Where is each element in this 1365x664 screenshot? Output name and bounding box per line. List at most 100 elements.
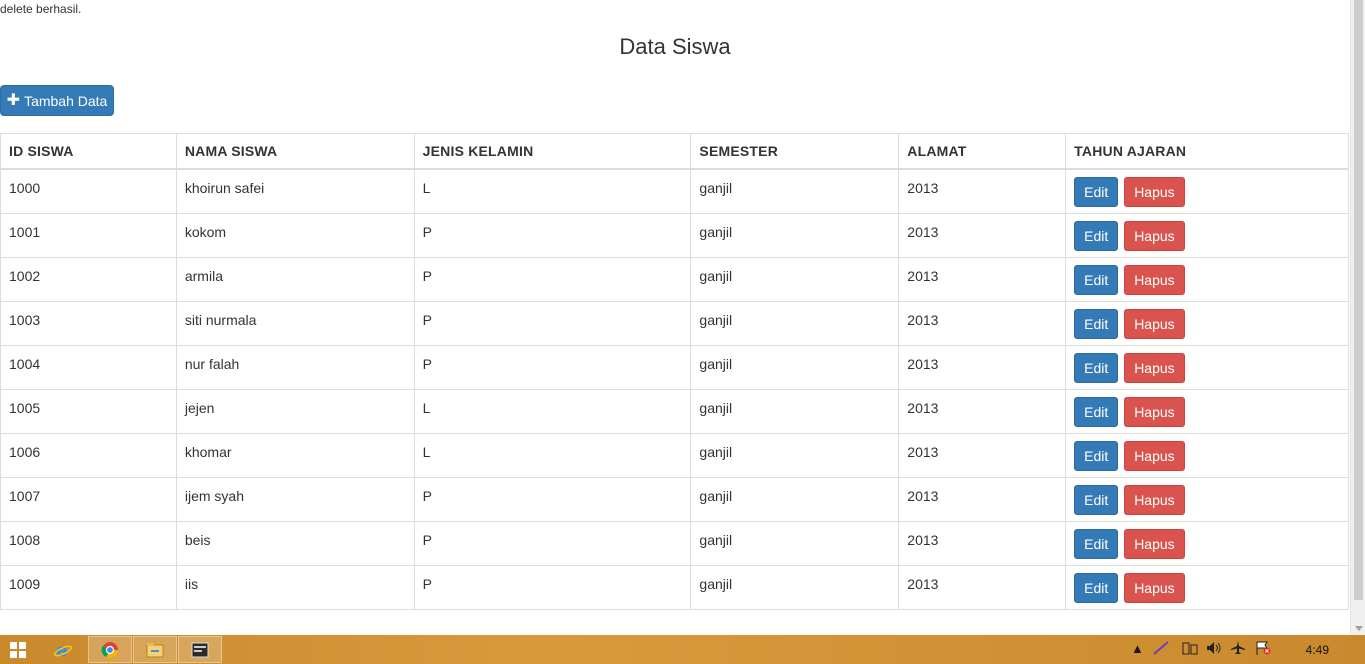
cell-nama: armila	[175, 256, 415, 302]
edit-button[interactable]: Edit	[1074, 484, 1119, 515]
cell-semester: ganjil	[690, 476, 900, 522]
header-tahun-ajaran: TAHUN AJARAN	[1065, 133, 1349, 170]
edit-button[interactable]: Edit	[1074, 308, 1119, 339]
delete-button[interactable]: Hapus	[1124, 308, 1185, 339]
header-semester: SEMESTER	[690, 133, 900, 170]
cell-jenis-kelamin: L	[413, 168, 692, 214]
cell-semester: ganjil	[690, 564, 900, 610]
edit-button[interactable]: Edit	[1074, 572, 1119, 603]
cell-actions: Edit Hapus	[1065, 564, 1349, 610]
action-center-flag-icon[interactable]	[1255, 641, 1271, 658]
volume-icon[interactable]	[1206, 641, 1222, 658]
cell-semester: ganjil	[690, 300, 900, 346]
cell-alamat: 2013	[898, 212, 1067, 258]
cell-id: 1000	[0, 168, 177, 214]
edit-button[interactable]: Edit	[1074, 220, 1119, 251]
table-row: 1005 jejen L ganjil 2013 Edit Hapus	[0, 388, 1349, 434]
windows-taskbar: e ▲ 4:49	[0, 635, 1365, 664]
cell-alamat: 2013	[898, 344, 1067, 390]
vertical-scrollbar[interactable]	[1350, 0, 1365, 635]
table-row: 1008 beis P ganjil 2013 Edit Hapus	[0, 520, 1349, 566]
cell-semester: ganjil	[690, 432, 900, 478]
add-data-button[interactable]: ✚ Tambah Data	[0, 85, 114, 116]
terminal-icon[interactable]	[178, 636, 222, 663]
chrome-icon[interactable]	[88, 636, 132, 663]
cell-alamat: 2013	[898, 520, 1067, 566]
cell-id: 1008	[0, 520, 177, 566]
cell-nama: nur falah	[175, 344, 415, 390]
cell-jenis-kelamin: P	[413, 344, 692, 390]
table-row: 1002 armila P ganjil 2013 Edit Hapus	[0, 256, 1349, 302]
scrollbar-thumb[interactable]	[1354, 0, 1363, 600]
cell-actions: Edit Hapus	[1065, 520, 1349, 566]
cell-id: 1004	[0, 344, 177, 390]
table-row: 1003 siti nurmala P ganjil 2013 Edit Hap…	[0, 300, 1349, 346]
cell-alamat: 2013	[898, 388, 1067, 434]
cell-actions: Edit Hapus	[1065, 300, 1349, 346]
cell-alamat: 2013	[898, 256, 1067, 302]
cell-semester: ganjil	[690, 168, 900, 214]
cell-semester: ganjil	[690, 212, 900, 258]
taskbar-clock[interactable]: 4:49	[1306, 643, 1329, 657]
delete-button[interactable]: Hapus	[1124, 396, 1185, 427]
scroll-down-arrow-icon[interactable]	[1355, 626, 1363, 631]
delete-button[interactable]: Hapus	[1124, 177, 1185, 207]
cell-nama: siti nurmala	[175, 300, 415, 346]
table-row: 1009 iis P ganjil 2013 Edit Hapus	[0, 564, 1349, 610]
edit-button[interactable]: Edit	[1074, 440, 1119, 471]
edit-button[interactable]: Edit	[1074, 264, 1119, 295]
cell-jenis-kelamin: P	[413, 256, 692, 302]
cell-id: 1009	[0, 564, 177, 610]
edit-button[interactable]: Edit	[1074, 352, 1119, 383]
cell-actions: Edit Hapus	[1065, 256, 1349, 302]
show-hidden-icons-icon[interactable]: ▲	[1131, 641, 1144, 656]
cell-id: 1003	[0, 300, 177, 346]
add-data-label: Tambah Data	[24, 92, 108, 109]
edit-button[interactable]: Edit	[1074, 528, 1119, 559]
edit-button[interactable]: Edit	[1074, 396, 1119, 427]
cell-id: 1007	[0, 476, 177, 522]
cell-jenis-kelamin: P	[413, 564, 692, 610]
cell-jenis-kelamin: P	[413, 212, 692, 258]
cell-nama: khomar	[175, 432, 415, 478]
plus-icon: ✚	[6, 91, 21, 109]
cell-nama: ijem syah	[175, 476, 415, 522]
delete-button[interactable]: Hapus	[1124, 264, 1185, 295]
cell-semester: ganjil	[690, 388, 900, 434]
internet-explorer-icon[interactable]: e	[41, 636, 85, 663]
delete-button[interactable]: Hapus	[1124, 220, 1185, 251]
cell-semester: ganjil	[690, 256, 900, 302]
status-message: delete berhasil.	[0, 2, 82, 16]
cell-alamat: 2013	[898, 564, 1067, 610]
cell-semester: ganjil	[690, 344, 900, 390]
cell-nama: iis	[175, 564, 415, 610]
cell-actions: Edit Hapus	[1065, 344, 1349, 390]
cell-jenis-kelamin: L	[413, 388, 692, 434]
table-row: 1004 nur falah P ganjil 2013 Edit Hapus	[0, 344, 1349, 390]
edit-button[interactable]: Edit	[1074, 177, 1119, 207]
delete-button[interactable]: Hapus	[1124, 484, 1185, 515]
cell-alamat: 2013	[898, 300, 1067, 346]
header-jenis-kelamin: JENIS KELAMIN	[413, 133, 692, 170]
file-explorer-icon[interactable]	[133, 636, 177, 663]
delete-button[interactable]: Hapus	[1124, 528, 1185, 559]
cell-nama: kokom	[175, 212, 415, 258]
page-title: Data Siswa	[619, 34, 731, 59]
pen-icon[interactable]	[1152, 641, 1170, 658]
delete-button[interactable]: Hapus	[1124, 352, 1185, 383]
student-table: ID SISWA NAMA SISWA JENIS KELAMIN SEMEST…	[0, 133, 1349, 610]
battery-icon[interactable]	[1182, 641, 1198, 658]
airplane-mode-icon[interactable]	[1230, 641, 1246, 658]
cell-alamat: 2013	[898, 476, 1067, 522]
cell-id: 1006	[0, 432, 177, 478]
delete-button[interactable]: Hapus	[1124, 440, 1185, 471]
cell-actions: Edit Hapus	[1065, 212, 1349, 258]
cell-alamat: 2013	[898, 432, 1067, 478]
cell-jenis-kelamin: P	[413, 476, 692, 522]
delete-button[interactable]: Hapus	[1124, 572, 1185, 603]
cell-nama: jejen	[175, 388, 415, 434]
table-row: 1001 kokom P ganjil 2013 Edit Hapus	[0, 212, 1349, 258]
windows-start-icon[interactable]	[10, 642, 26, 658]
cell-id: 1005	[0, 388, 177, 434]
cell-jenis-kelamin: L	[413, 432, 692, 478]
